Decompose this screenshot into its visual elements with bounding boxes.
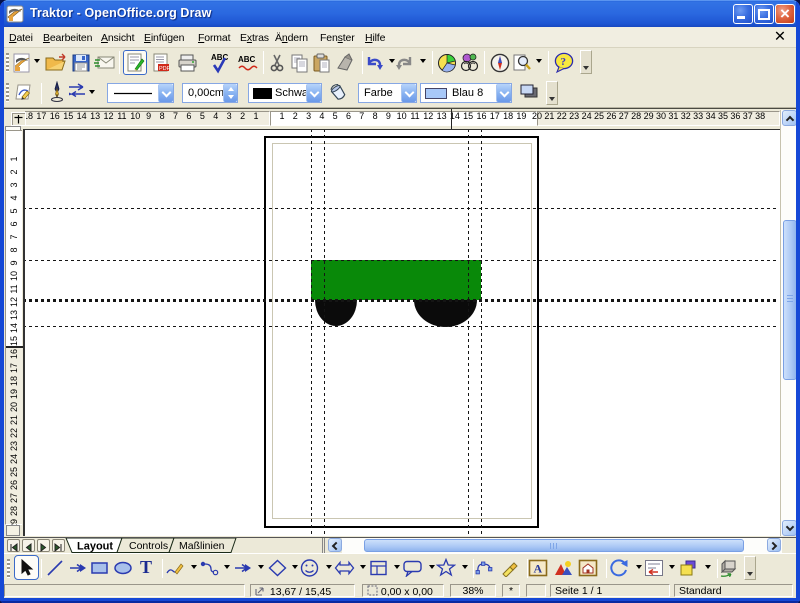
svg-text:PDF: PDF [159, 66, 170, 72]
svg-text:?: ? [561, 56, 567, 68]
svg-text:ABC: ABC [211, 53, 229, 62]
svg-text:A: A [534, 562, 543, 576]
svg-text:Maßlinien: Maßlinien [179, 540, 225, 552]
svg-text:Layout: Layout [77, 541, 113, 553]
svg-text:T: T [140, 557, 152, 577]
svg-text:ABC: ABC [238, 55, 256, 64]
svg-text:Controls: Controls [129, 540, 168, 552]
